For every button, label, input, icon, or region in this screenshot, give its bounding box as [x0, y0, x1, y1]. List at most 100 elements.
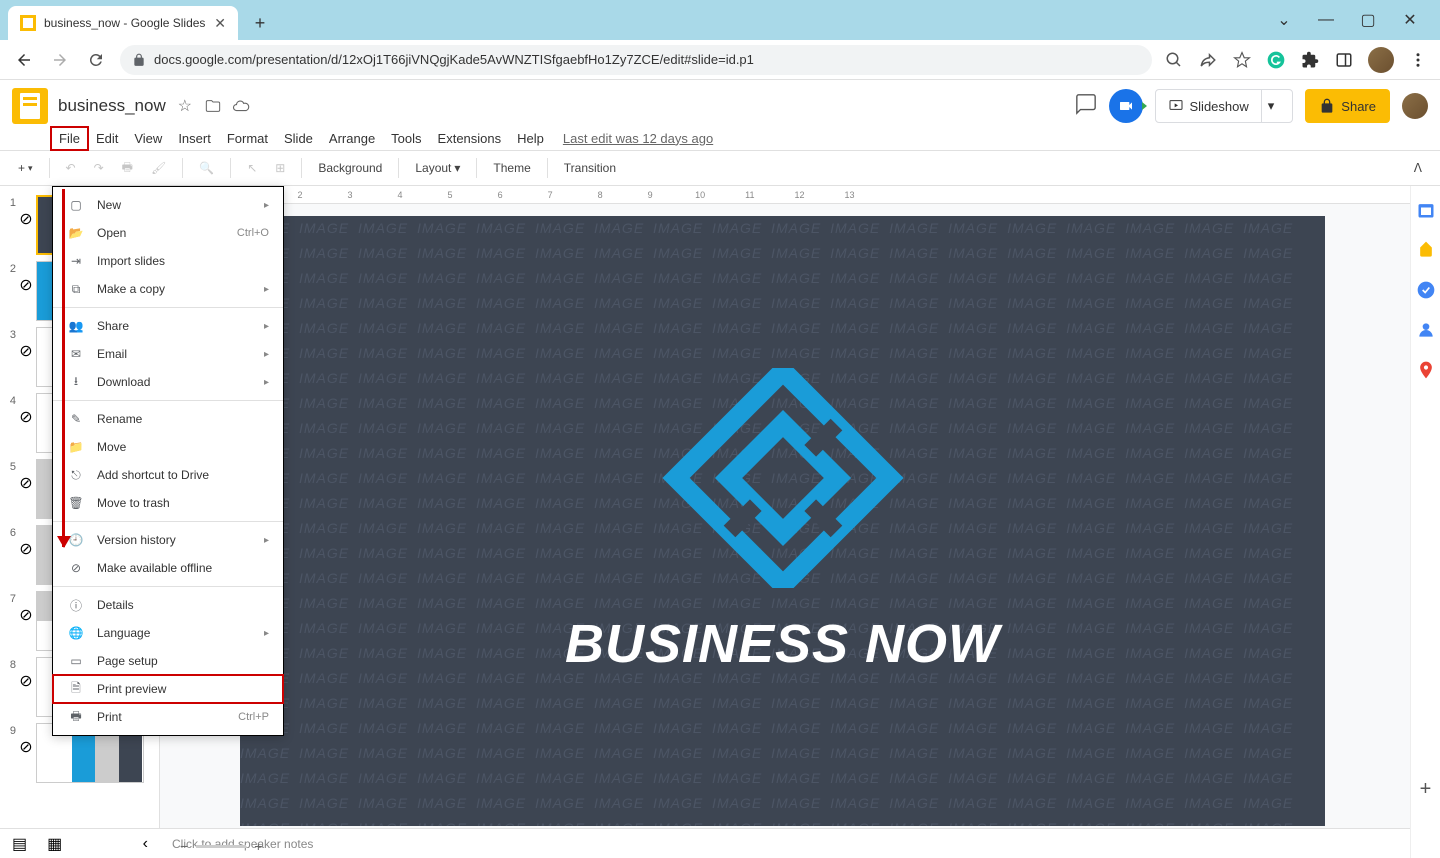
print-preview-icon: 🗎: [67, 680, 85, 698]
file-offline[interactable]: ⊘Make available offline: [53, 554, 283, 582]
last-edit-link[interactable]: Last edit was 12 days ago: [563, 131, 713, 146]
reload-button[interactable]: [84, 48, 108, 72]
maps-icon[interactable]: [1416, 360, 1436, 380]
file-download[interactable]: ⭳Download▸: [53, 368, 283, 396]
bookmark-star-icon[interactable]: [1232, 50, 1252, 70]
theme-button[interactable]: Theme: [487, 157, 536, 179]
star-icon[interactable]: ☆: [176, 97, 194, 115]
browser-tab[interactable]: business_now - Google Slides ✕: [8, 6, 238, 40]
tab-close-icon[interactable]: ✕: [214, 15, 226, 32]
file-version[interactable]: 🕘Version history▸: [53, 526, 283, 554]
undo-button[interactable]: ↶: [60, 157, 82, 179]
menu-view[interactable]: View: [127, 128, 169, 149]
window-minimize-button[interactable]: —: [1312, 6, 1340, 34]
document-title[interactable]: business_now: [58, 96, 166, 116]
speaker-notes[interactable]: Click to add speaker notes: [160, 828, 1410, 858]
file-copy[interactable]: ⧉Make a copy▸: [53, 275, 283, 303]
file-print[interactable]: 🖶PrintCtrl+P: [53, 703, 283, 731]
cloud-icon[interactable]: [232, 97, 250, 115]
menu-edit[interactable]: Edit: [89, 128, 125, 149]
email-icon: ✉: [67, 345, 85, 363]
filmstrip-view-icon[interactable]: ▤: [12, 834, 27, 854]
file-email[interactable]: ✉Email▸: [53, 340, 283, 368]
collapse-toolbar-icon[interactable]: ᐱ: [1408, 157, 1428, 179]
lock-icon: [1319, 98, 1335, 114]
file-rename[interactable]: ✎Rename: [53, 405, 283, 433]
play-icon: [1168, 98, 1184, 114]
file-shortcut[interactable]: ⎋Add shortcut to Drive: [53, 461, 283, 489]
cursor-button[interactable]: ↖: [241, 157, 263, 179]
back-button[interactable]: [12, 48, 36, 72]
trash-icon: 🗑: [67, 494, 85, 512]
menu-format[interactable]: Format: [220, 128, 275, 149]
transition-button[interactable]: Transition: [558, 157, 622, 179]
slideshow-dropdown-icon[interactable]: ▾: [1261, 90, 1281, 122]
collapse-filmstrip-icon[interactable]: ‹: [143, 835, 148, 853]
file-open[interactable]: 📂OpenCtrl+O: [53, 219, 283, 247]
file-details[interactable]: ⓘDetails: [53, 591, 283, 619]
file-move[interactable]: 📁Move: [53, 433, 283, 461]
textbox-button[interactable]: ⊞: [269, 157, 291, 179]
window-close-button[interactable]: ✕: [1396, 6, 1424, 34]
browser-dropdown-icon[interactable]: ⌄: [1270, 6, 1298, 34]
window-maximize-button[interactable]: ▢: [1354, 6, 1382, 34]
profile-avatar[interactable]: [1368, 47, 1394, 73]
download-icon: ⭳: [67, 373, 85, 391]
new-tab-button[interactable]: +: [246, 9, 274, 37]
info-icon: ⓘ: [67, 596, 85, 614]
share-icon[interactable]: [1198, 50, 1218, 70]
transition-icon: ⊘: [20, 723, 32, 757]
paint-format-button[interactable]: 🖌: [145, 157, 172, 179]
meet-button[interactable]: [1109, 89, 1143, 123]
side-panel: +: [1410, 186, 1440, 858]
file-share[interactable]: 👥Share▸: [53, 312, 283, 340]
menu-help[interactable]: Help: [510, 128, 551, 149]
extensions-icon[interactable]: [1300, 50, 1320, 70]
zoom-icon[interactable]: [1164, 50, 1184, 70]
submenu-arrow-icon: ▸: [264, 284, 269, 295]
menu-arrange[interactable]: Arrange: [322, 128, 382, 149]
zoom-button[interactable]: 🔍: [193, 157, 220, 179]
file-language[interactable]: 🌐Language▸: [53, 619, 283, 647]
add-addon-icon[interactable]: +: [1416, 778, 1436, 798]
menu-tools[interactable]: Tools: [384, 128, 428, 149]
slideshow-button[interactable]: Slideshow ▾: [1155, 89, 1294, 123]
submenu-arrow-icon: ▸: [264, 200, 269, 211]
submenu-arrow-icon: ▸: [264, 349, 269, 360]
tasks-icon[interactable]: [1416, 280, 1436, 300]
import-icon: ⇥: [67, 252, 85, 270]
new-slide-button[interactable]: +▾: [12, 157, 39, 179]
file-page-setup[interactable]: ▭Page setup: [53, 647, 283, 675]
file-new[interactable]: ▢New▸: [53, 191, 283, 219]
grid-view-icon[interactable]: ▦: [47, 834, 62, 854]
slides-logo[interactable]: [12, 88, 48, 124]
redo-button[interactable]: ↷: [88, 157, 110, 179]
zoom-in-button[interactable]: +: [254, 838, 262, 854]
share-button[interactable]: Share: [1305, 89, 1390, 123]
side-panel-icon[interactable]: [1334, 50, 1354, 70]
menu-slide[interactable]: Slide: [277, 128, 320, 149]
file-trash[interactable]: 🗑Move to trash: [53, 489, 283, 517]
zoom-out-button[interactable]: −: [180, 838, 188, 854]
rename-icon: ✎: [67, 410, 85, 428]
zoom-slider[interactable]: [196, 845, 246, 848]
menu-file[interactable]: File: [52, 128, 87, 149]
keep-icon[interactable]: [1416, 240, 1436, 260]
comment-history-icon[interactable]: [1075, 93, 1097, 120]
chrome-menu-icon[interactable]: [1408, 50, 1428, 70]
file-import[interactable]: ⇥Import slides: [53, 247, 283, 275]
account-avatar[interactable]: [1402, 93, 1428, 119]
address-bar[interactable]: docs.google.com/presentation/d/12xOj1T66…: [120, 45, 1152, 75]
background-button[interactable]: Background: [312, 157, 388, 179]
slide-canvas[interactable]: IMAGE IMAGE IMAGE IMAGE IMAGE IMAGE IMAG…: [240, 216, 1325, 826]
layout-button[interactable]: Layout▾: [409, 157, 466, 179]
file-print-preview[interactable]: 🗎Print preview: [53, 675, 283, 703]
calendar-icon[interactable]: [1416, 200, 1436, 220]
print-button[interactable]: 🖶: [116, 154, 139, 183]
forward-button[interactable]: [48, 48, 72, 72]
grammarly-icon[interactable]: [1266, 50, 1286, 70]
menu-insert[interactable]: Insert: [171, 128, 218, 149]
menu-extensions[interactable]: Extensions: [431, 128, 509, 149]
contacts-icon[interactable]: [1416, 320, 1436, 340]
move-icon[interactable]: [204, 97, 222, 115]
